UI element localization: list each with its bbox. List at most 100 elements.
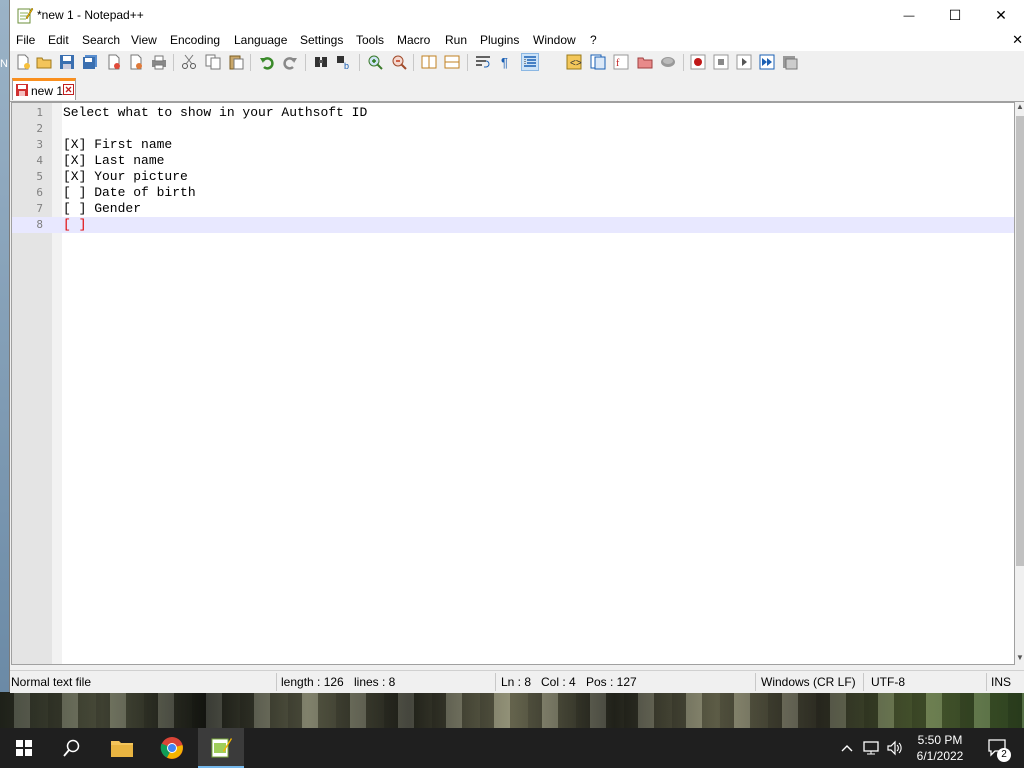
maximize-button[interactable]: ☐ — [932, 0, 978, 31]
stop-record-icon[interactable] — [713, 54, 729, 70]
print-icon[interactable] — [151, 54, 167, 70]
line-text[interactable]: [ ] Gender — [63, 201, 141, 216]
scroll-up-icon[interactable]: ▲ — [1015, 102, 1024, 114]
menu-encoding[interactable]: Encoding — [170, 33, 220, 47]
record-macro-icon[interactable] — [690, 54, 706, 70]
replace-icon[interactable]: b — [336, 54, 352, 70]
cut-icon[interactable] — [181, 54, 197, 70]
line-text[interactable]: [ ] Date of birth — [63, 185, 196, 200]
tab-bar: new 1 — [10, 74, 1024, 102]
close-document-icon[interactable]: ✕ — [1012, 32, 1023, 48]
title-bar[interactable]: *new 1 - Notepad++ — ☐ ✕ — [10, 0, 1024, 31]
doc-map-icon[interactable] — [590, 54, 606, 70]
zoom-out-icon[interactable] — [391, 54, 407, 70]
menu-language[interactable]: Language — [234, 33, 287, 47]
undo-icon[interactable] — [259, 54, 275, 70]
copy-icon[interactable] — [205, 54, 221, 70]
menu-run[interactable]: Run — [445, 33, 467, 47]
status-encoding[interactable]: UTF-8 — [871, 675, 905, 689]
status-separator — [755, 673, 756, 691]
notepadpp-icon — [17, 7, 34, 24]
notepadpp-taskbar-button[interactable] — [198, 728, 244, 768]
folder-icon — [111, 741, 133, 757]
minimize-button[interactable]: — — [886, 0, 932, 31]
toolbar-separator — [413, 54, 414, 71]
run-macro-multiple-icon[interactable] — [759, 54, 775, 70]
save-all-icon[interactable] — [82, 54, 98, 70]
toolbar-separator — [683, 54, 684, 71]
zoom-in-icon[interactable] — [367, 54, 383, 70]
toolbar-separator — [305, 54, 306, 71]
word-wrap-icon[interactable] — [475, 54, 491, 70]
menu-file[interactable]: File — [16, 33, 35, 47]
indent-guide-icon[interactable] — [521, 53, 539, 71]
status-separator — [863, 673, 864, 691]
status-separator — [276, 673, 277, 691]
menu-plugins[interactable]: Plugins — [480, 33, 519, 47]
scrollbar-thumb[interactable] — [1016, 116, 1024, 566]
sync-horizontal-icon[interactable] — [444, 54, 460, 70]
line-number: 1 — [36, 106, 43, 119]
menu-view[interactable]: View — [131, 33, 157, 47]
function-list-icon[interactable]: f — [613, 54, 629, 70]
new-file-icon[interactable] — [15, 54, 31, 70]
paste-icon[interactable] — [228, 54, 244, 70]
status-eol[interactable]: Windows (CR LF) — [761, 675, 856, 689]
volume-button[interactable] — [883, 728, 907, 768]
menu-tools[interactable]: Tools — [356, 33, 384, 47]
close-all-icon[interactable] — [128, 54, 144, 70]
clock-button[interactable]: 5:50 PM 6/1/2022 — [906, 728, 974, 768]
start-button[interactable] — [0, 728, 48, 768]
editor-line: 3 [X] First name — [12, 137, 1014, 153]
status-file-type: Normal text file — [11, 675, 92, 689]
monitoring-icon[interactable] — [660, 54, 676, 70]
menu-bar: File Edit Search View Encoding Language … — [10, 31, 1024, 51]
show-all-chars-icon[interactable]: ¶ — [498, 54, 514, 70]
menu-search[interactable]: Search — [82, 33, 120, 47]
sync-vertical-icon[interactable] — [421, 54, 437, 70]
menu-settings[interactable]: Settings — [300, 33, 343, 47]
text-editor[interactable]: 1 Select what to show in your Authsoft I… — [11, 102, 1015, 665]
find-icon[interactable] — [313, 54, 329, 70]
window-title: *new 1 - Notepad++ — [37, 8, 144, 22]
folder-workspace-icon[interactable] — [637, 54, 653, 70]
toolbar: b ¶ <> f — [10, 51, 1024, 75]
menu-edit[interactable]: Edit — [48, 33, 69, 47]
line-text[interactable]: [X] Last name — [63, 153, 164, 168]
line-text[interactable]: [X] First name — [63, 137, 172, 152]
menu-macro[interactable]: Macro — [397, 33, 430, 47]
network-button[interactable] — [860, 728, 882, 768]
action-center-button[interactable]: 2 — [978, 728, 1018, 768]
redo-icon[interactable] — [282, 54, 298, 70]
tab-new-1[interactable]: new 1 — [12, 78, 76, 100]
save-macro-icon[interactable] — [782, 54, 798, 70]
chrome-button[interactable] — [148, 728, 196, 768]
line-text[interactable]: [X] Your picture — [63, 169, 188, 184]
play-macro-icon[interactable] — [736, 54, 752, 70]
tab-close-icon[interactable] — [63, 84, 74, 95]
editor-current-line: 8 [ ] — [12, 217, 1014, 233]
line-text[interactable]: Select what to show in your Authsoft ID — [63, 105, 367, 120]
notepadpp-window: *new 1 - Notepad++ — ☐ ✕ File Edit Searc… — [9, 0, 1024, 693]
status-insert-mode[interactable]: INS — [991, 675, 1011, 689]
search-button[interactable] — [48, 728, 96, 768]
clock-date: 6/1/2022 — [916, 749, 964, 763]
scroll-down-icon[interactable]: ▼ — [1015, 653, 1024, 665]
show-hidden-icons-button[interactable] — [836, 728, 858, 768]
toolbar-separator — [250, 54, 251, 71]
chevron-up-icon — [841, 745, 853, 752]
menu-window[interactable]: Window — [533, 33, 576, 47]
menu-help[interactable]: ? — [590, 33, 597, 47]
udl-icon[interactable]: <> — [566, 54, 582, 70]
status-separator — [495, 673, 496, 691]
file-explorer-button[interactable] — [98, 728, 146, 768]
status-bar: Normal text file length : 126 lines : 8 … — [10, 670, 1024, 693]
vertical-scrollbar[interactable]: ▲ ▼ — [1015, 102, 1024, 665]
open-file-icon[interactable] — [36, 54, 52, 70]
save-icon[interactable] — [59, 54, 75, 70]
clock-time: 5:50 PM — [917, 733, 963, 747]
close-icon-tb[interactable] — [106, 54, 122, 70]
line-text[interactable]: [ ] — [63, 217, 86, 232]
line-number: 3 — [36, 138, 43, 151]
close-button[interactable]: ✕ — [978, 0, 1024, 31]
